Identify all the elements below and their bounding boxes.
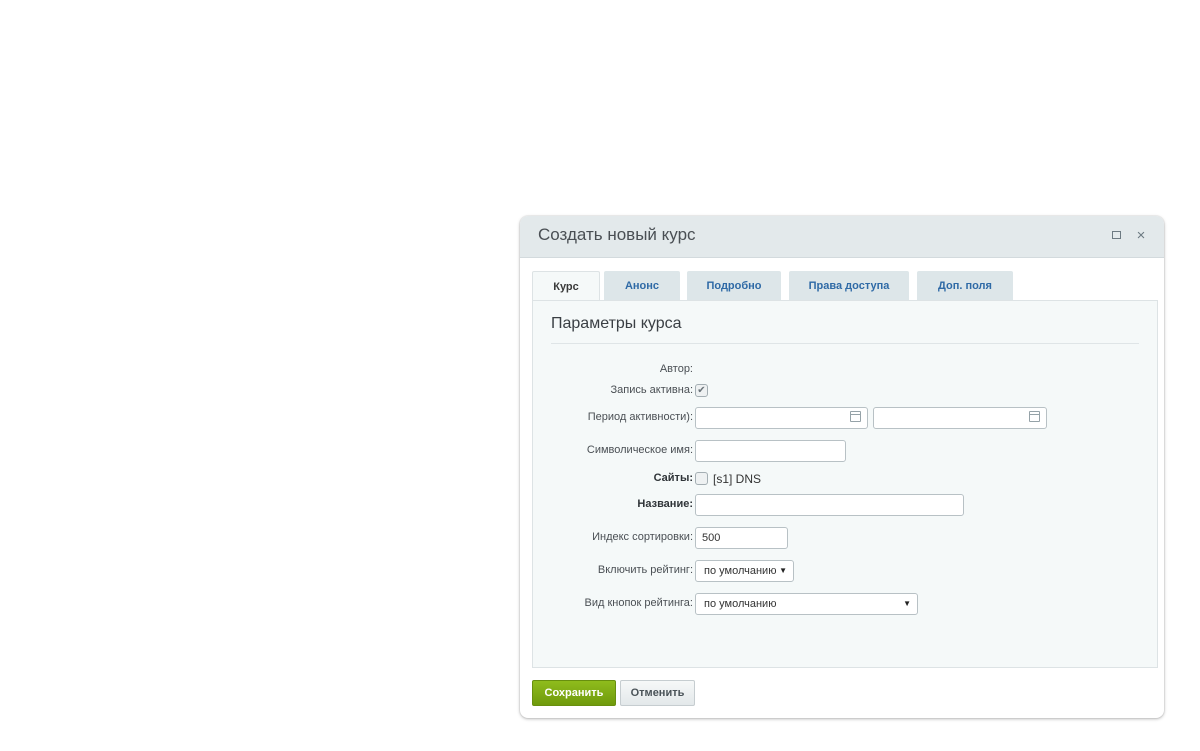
- site-option-label: [s1] DNS: [713, 472, 762, 486]
- row-code: Символическое имя:: [533, 440, 1159, 464]
- site-checkbox[interactable]: [695, 472, 708, 485]
- author-label: Автор:: [659, 363, 693, 375]
- tab-course[interactable]: Курс: [532, 271, 600, 302]
- dialog-title: Создать новый курс: [538, 225, 696, 244]
- name-label: Название:: [637, 498, 693, 510]
- rating-select-value: по умолчанию: [704, 565, 777, 577]
- chevron-down-icon: ▼: [903, 599, 911, 608]
- sort-input[interactable]: 500: [695, 527, 788, 549]
- row-rating: Включить рейтинг: по умолчанию ▼: [533, 560, 1159, 584]
- course-params-panel: Параметры курса Автор: Запись активна: ✔…: [532, 300, 1158, 668]
- row-sort: Индекс сортировки: 500: [533, 527, 1159, 551]
- save-button[interactable]: Сохранить: [532, 680, 616, 706]
- section-title: Параметры курса: [551, 315, 682, 332]
- sort-label: Индекс сортировки:: [592, 531, 693, 543]
- tab-extra-fields[interactable]: Доп. поля: [917, 271, 1013, 301]
- tab-details[interactable]: Подробно: [687, 271, 781, 301]
- active-label: Запись активна:: [610, 384, 693, 396]
- row-sites: Сайты: [s1] DNS: [533, 468, 1159, 492]
- active-checkbox[interactable]: ✔: [695, 384, 708, 397]
- rating-buttons-label: Вид кнопок рейтинга:: [584, 597, 694, 609]
- tab-access-rights[interactable]: Права доступа: [789, 271, 909, 301]
- rating-buttons-select-value: по умолчанию: [704, 598, 777, 610]
- tab-announce[interactable]: Анонс: [604, 271, 680, 301]
- period-from-input[interactable]: [695, 407, 868, 429]
- section-divider: [551, 343, 1139, 344]
- row-active: Запись активна: ✔: [533, 380, 1159, 404]
- sites-label: Сайты:: [653, 472, 693, 484]
- period-label: Период активности):: [587, 411, 693, 423]
- calendar-icon[interactable]: [1029, 411, 1040, 422]
- row-rating-buttons: Вид кнопок рейтинга: по умолчанию ▼: [533, 593, 1159, 617]
- code-input[interactable]: [695, 440, 846, 462]
- name-input[interactable]: [695, 494, 964, 516]
- row-period: Период активности):: [533, 407, 1159, 431]
- maximize-icon[interactable]: [1108, 227, 1124, 243]
- rating-label: Включить рейтинг:: [597, 564, 693, 576]
- period-to-input[interactable]: [873, 407, 1047, 429]
- dialog-titlebar[interactable]: Создать новый курс ×: [520, 216, 1164, 258]
- chevron-down-icon: ▼: [779, 566, 787, 575]
- calendar-icon[interactable]: [850, 411, 861, 422]
- create-course-dialog: Создать новый курс × Курс Анонс Подробно…: [520, 216, 1164, 718]
- rating-buttons-select[interactable]: по умолчанию ▼: [695, 593, 918, 615]
- code-label: Символическое имя:: [586, 444, 693, 456]
- row-name: Название:: [533, 494, 1159, 518]
- close-icon[interactable]: ×: [1133, 227, 1149, 244]
- rating-select[interactable]: по умолчанию ▼: [695, 560, 794, 582]
- cancel-button[interactable]: Отменить: [620, 680, 695, 706]
